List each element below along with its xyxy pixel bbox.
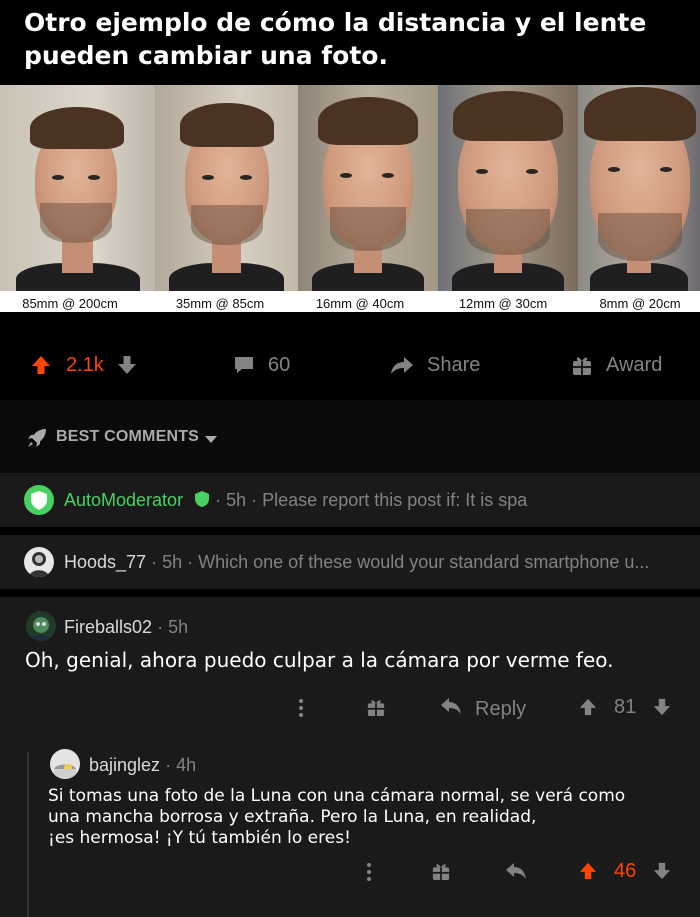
- avatar: [26, 611, 56, 641]
- thread-line[interactable]: [27, 752, 29, 917]
- more-options-icon[interactable]: [366, 862, 372, 888]
- comment-author[interactable]: bajinglez: [89, 755, 160, 775]
- comment-meta: Hoods_77 · 5h · Which one of these would…: [64, 552, 650, 572]
- avatar: [24, 547, 54, 577]
- photo-caption: 8mm @ 20cm: [599, 296, 681, 311]
- comment-icon: [233, 354, 255, 376]
- reply-icon[interactable]: [505, 861, 527, 887]
- comment-collapsed[interactable]: Hoods_77 · 5h · Which one of these would…: [0, 535, 700, 589]
- gift-icon: [572, 354, 592, 376]
- portrait-16mm: [298, 85, 438, 291]
- portrait-85mm: [0, 85, 155, 291]
- comment-author[interactable]: AutoModerator: [64, 490, 183, 510]
- chevron-down-icon: [204, 432, 218, 450]
- award-button[interactable]: Award: [572, 340, 662, 390]
- downvote-icon[interactable]: [652, 861, 672, 887]
- share-label: Share: [427, 353, 481, 376]
- share-icon: [390, 354, 414, 376]
- gift-icon[interactable]: [432, 861, 450, 887]
- post-action-bar: 2.1k 60 Share Award: [0, 340, 700, 390]
- comment-line: Si tomas una foto de la Luna con una cám…: [48, 786, 626, 806]
- avatar: [50, 749, 80, 779]
- comment-meta: Fireballs02 · 5h: [64, 617, 189, 637]
- comment-preview: Which one of these would your standard s…: [198, 552, 650, 572]
- comment-actions: 46: [360, 852, 680, 892]
- upvote-icon[interactable]: [30, 354, 52, 376]
- comment-author[interactable]: Hoods_77: [64, 552, 146, 572]
- comment-score: 46: [614, 860, 637, 882]
- upvote-icon[interactable]: [578, 861, 598, 887]
- gift-icon[interactable]: [367, 697, 385, 723]
- post-score: 2.1k: [66, 353, 104, 376]
- photo-caption: 35mm @ 85cm: [175, 296, 265, 311]
- comment-preview: Please report this post if: It is spa: [262, 490, 528, 510]
- comment-time: 5h: [226, 490, 247, 510]
- comment-meta: AutoModerator · 5h · Please report this …: [64, 490, 527, 513]
- comment-meta: bajinglez · 4h: [89, 755, 197, 775]
- post-title: Otro ejemplo de cómo la distancia y el l…: [24, 8, 647, 70]
- photo-caption: 85mm @ 200cm: [22, 296, 118, 311]
- post-image[interactable]: 85mm @ 200cm 35mm @ 85cm 16mm @ 40cm 12m…: [0, 85, 700, 312]
- comment-line: una mancha borrosa y extraña. Pero la Lu…: [48, 807, 537, 827]
- mod-shield-icon: [194, 490, 210, 513]
- reply-label: Reply: [475, 697, 527, 720]
- reply-button[interactable]: Reply: [440, 696, 526, 722]
- more-options-icon[interactable]: [298, 698, 304, 724]
- comments-button[interactable]: 60: [233, 340, 290, 390]
- upvote-icon[interactable]: [578, 697, 598, 723]
- portrait-35mm: [155, 85, 298, 291]
- comment-time: 5h: [168, 617, 189, 637]
- comment-sort-bar[interactable]: BEST COMMENTS: [0, 400, 700, 473]
- comment-body: Si tomas una foto de la Luna con una cám…: [48, 786, 625, 849]
- comment: Fireballs02 · 5h Oh, genial, ahora puedo…: [0, 597, 700, 917]
- award-label: Award: [606, 353, 663, 376]
- sort-label: BEST COMMENTS: [56, 428, 200, 445]
- comment-body: Oh, genial, ahora puedo culpar a la cáma…: [25, 648, 614, 672]
- photo-caption: 12mm @ 30cm: [458, 296, 548, 311]
- comment-actions: Reply 81: [290, 688, 680, 728]
- comment-collapsed[interactable]: AutoModerator · 5h · Please report this …: [0, 473, 700, 527]
- portrait-12mm: [438, 85, 578, 291]
- share-button[interactable]: Share: [390, 340, 480, 390]
- photo-caption: 16mm @ 40cm: [315, 296, 405, 311]
- downvote-icon[interactable]: [116, 354, 138, 376]
- comment-time: 5h: [162, 552, 183, 572]
- comment-author[interactable]: Fireballs02: [64, 617, 152, 637]
- comment-line: ¡es hermosa! ¡Y tú también lo eres!: [48, 828, 351, 848]
- comment-time: 4h: [176, 755, 197, 775]
- vote-control: 2.1k: [30, 340, 138, 390]
- reply-icon: [440, 696, 462, 722]
- comment-count: 60: [268, 353, 291, 376]
- rocket-icon: [26, 427, 48, 454]
- comment-score: 81: [614, 696, 637, 718]
- downvote-icon[interactable]: [652, 697, 672, 723]
- portrait-8mm: [578, 85, 700, 291]
- avatar: [24, 485, 54, 515]
